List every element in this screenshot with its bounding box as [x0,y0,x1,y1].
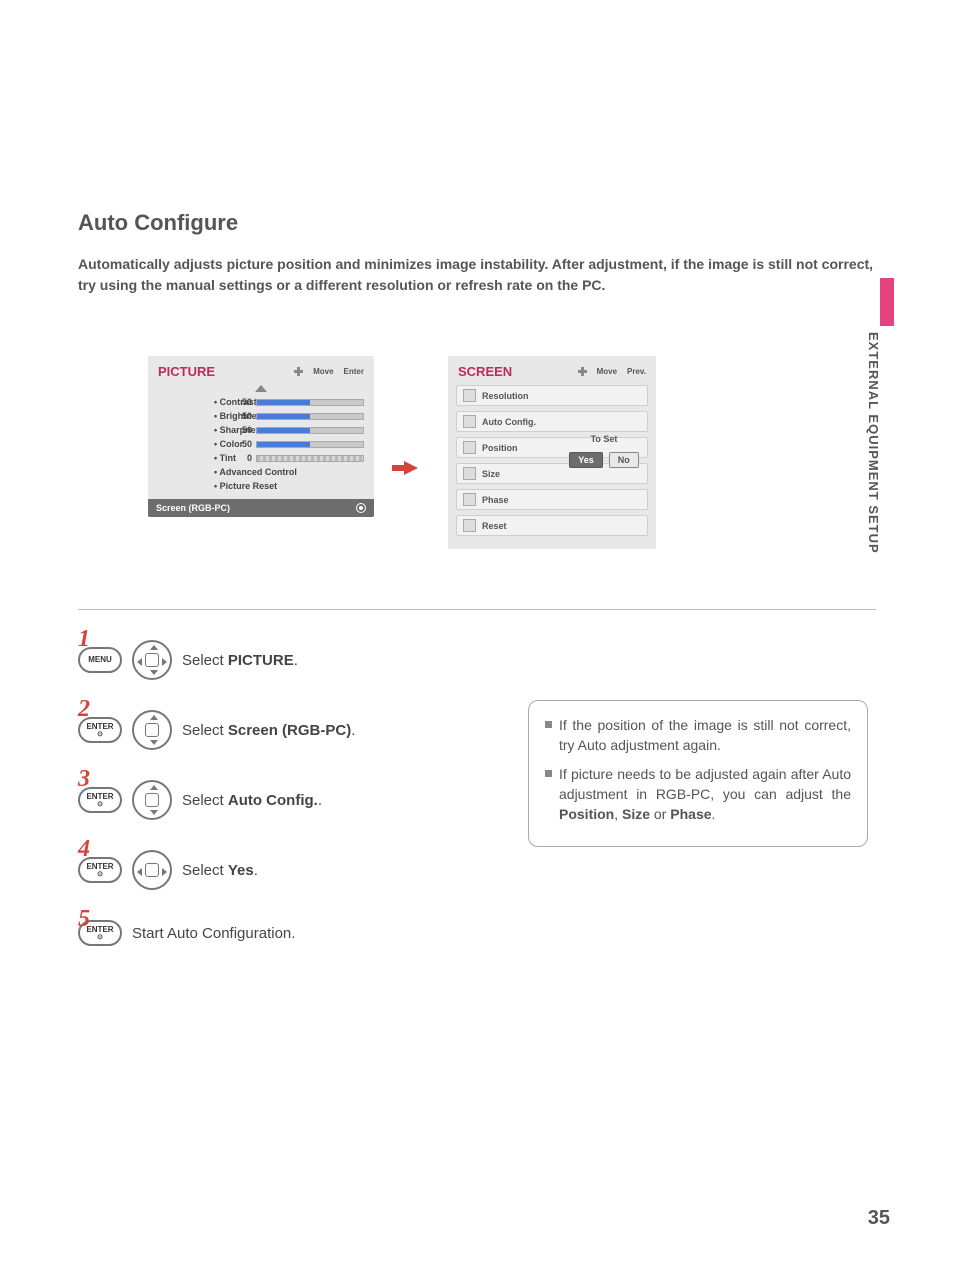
label: • Tint [158,453,236,463]
label: Size [482,469,500,479]
picture-selected-row: Screen (RGB-PC) [148,499,374,517]
size-icon [463,467,476,480]
step-text: Select PICTURE. [182,652,298,669]
osd-panels: PICTURE Move Enter • Contrast 50 • Brigh… [148,356,876,549]
btn-label: MENU [88,656,112,664]
screen-confirm: To Set Yes No [564,434,644,468]
picture-panel: PICTURE Move Enter • Contrast 50 • Brigh… [148,356,374,517]
arrow-icon [404,461,418,475]
selected-label: Screen (RGB-PC) [156,503,230,513]
step-text: Select Auto Config.. [182,792,322,809]
label: • Color [158,439,236,449]
side-tab: EXTERNAL EQUIPMENT SETUP [866,278,894,566]
move-icon [578,367,587,376]
enter-icon [356,503,366,513]
screen-item-reset: Reset [456,515,648,536]
step-text: Start Auto Configuration. [132,925,295,942]
phase-icon [463,493,476,506]
step-text: Select Yes. [182,862,258,879]
value: 50 [236,439,256,449]
btn-label: ENTER [86,863,113,871]
step-number: 2 [78,696,90,723]
no-option: No [609,452,639,468]
side-tab-accent [880,278,894,326]
steps-list: 1 MENU Select PICTURE. 2 ENTER⊙ Select S… [78,640,876,946]
step-1: 1 MENU Select PICTURE. [78,640,876,680]
side-tab-label: EXTERNAL EQUIPMENT SETUP [866,326,881,566]
position-icon [463,441,476,454]
resolution-icon [463,389,476,402]
btn-label: ENTER [86,926,113,934]
step-number: 5 [78,906,90,933]
step-number: 3 [78,766,90,793]
slider [256,441,364,448]
picture-panel-head: PICTURE Move Enter [148,356,374,385]
screen-panel-hints: Move Prev. [578,367,646,376]
step-5: 5 ENTER⊙ Start Auto Configuration. [78,920,876,946]
slider [256,399,364,406]
screen-panel-head: SCREEN Move Prev. [448,356,656,385]
page-number: 35 [868,1207,890,1230]
picture-panel-title: PICTURE [158,364,294,379]
picture-row-contrast: • Contrast 50 [158,395,364,409]
slider [256,427,364,434]
screen-panel: SCREEN Move Prev. Resolution Auto Config… [448,356,656,549]
toset-label: To Set [564,434,644,444]
label: Phase [482,495,509,505]
divider [78,609,876,610]
picture-row-brightness: • Brightness 50 [158,409,364,423]
step-4: 4 ENTER⊙ Select Yes. [78,850,876,890]
dpad-icon [132,780,172,820]
screen-item-phase: Phase [456,489,648,510]
tip-item: If picture needs to be adjusted again af… [545,764,851,825]
label: Position [482,443,518,453]
btn-label: ENTER [86,793,113,801]
picture-row-reset: • Picture Reset [158,479,364,493]
label: Resolution [482,391,529,401]
tip-item: If the position of the image is still no… [545,715,851,756]
value: 50 [236,425,256,435]
move-icon [294,367,303,376]
label: Auto Config. [482,417,536,427]
picture-row-color: • Color 50 [158,437,364,451]
value: 50 [236,397,256,407]
label: • Sharpness [158,425,236,435]
screen-panel-title: SCREEN [458,364,578,379]
page-title: Auto Configure [78,210,876,236]
slider [256,455,364,462]
label: • Contrast [158,397,236,407]
tip-box: If the position of the image is still no… [528,700,868,847]
screen-item-autoconfig: Auto Config. [456,411,648,432]
dpad-icon [132,850,172,890]
picture-row-advanced: • Advanced Control [158,465,364,479]
step-number: 1 [78,626,90,653]
dpad-icon [132,640,172,680]
value: 50 [236,411,256,421]
picture-panel-hints: Move Enter [294,367,364,376]
step-number: 4 [78,836,90,863]
up-arrow-icon [255,385,267,392]
label: • Brightness [158,411,236,421]
hint-enter: Enter [344,367,364,376]
btn-label: ENTER [86,723,113,731]
yes-option: Yes [569,452,603,468]
reset-icon [463,519,476,532]
picture-row-sharpness: • Sharpness 50 [158,423,364,437]
autoconfig-icon [463,415,476,428]
step-text: Select Screen (RGB-PC). [182,722,355,739]
hint-prev: Prev. [627,367,646,376]
label: Reset [482,521,507,531]
picture-panel-body: • Contrast 50 • Brightness 50 • Sharpnes… [148,385,374,499]
hint-move: Move [313,367,333,376]
value: 0 [236,453,256,463]
dpad-icon [132,710,172,750]
picture-row-tint: • Tint 0 [158,451,364,465]
intro-text: Automatically adjusts picture position a… [78,254,876,296]
slider [256,413,364,420]
hint-move: Move [597,367,617,376]
yes-no-group: Yes No [564,452,644,468]
screen-item-resolution: Resolution [456,385,648,406]
